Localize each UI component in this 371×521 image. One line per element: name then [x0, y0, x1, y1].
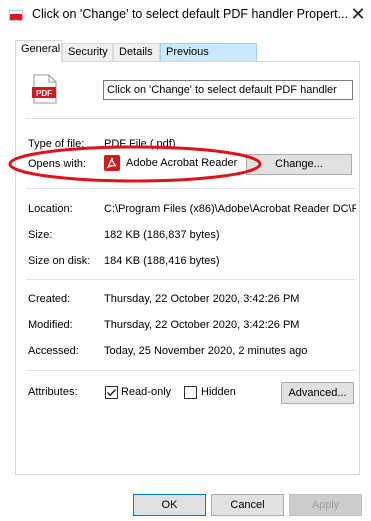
highlight-ellipse — [8, 145, 262, 183]
apply-button[interactable]: Apply — [289, 494, 362, 516]
tab-details[interactable]: Details — [113, 43, 160, 61]
accessed-label: Accessed: — [28, 345, 79, 357]
created-value: Thursday, 22 October 2020, 3:42:26 PM — [104, 293, 300, 305]
tab-general[interactable]: General — [15, 40, 62, 62]
tab-security[interactable]: Security — [62, 43, 113, 61]
hidden-label[interactable]: Hidden — [201, 386, 236, 398]
tab-label: Details — [119, 46, 153, 58]
divider — [26, 370, 356, 371]
close-button[interactable]: ✕ — [345, 2, 371, 28]
pdf-file-icon — [9, 10, 23, 21]
tab-label: General — [21, 43, 61, 55]
cancel-button[interactable]: Cancel — [211, 494, 284, 516]
general-panel — [15, 61, 360, 475]
modified-value: Thursday, 22 October 2020, 3:42:26 PM — [104, 319, 300, 331]
cancel-button-label: Cancel — [230, 499, 265, 511]
location-value: C:\Program Files (x86)\Adobe\Acrobat Rea… — [104, 203, 356, 215]
pdf-file-large-icon: PDF — [32, 74, 57, 104]
window-title: Click on 'Change' to select default PDF … — [32, 7, 349, 21]
advanced-button-label: Advanced... — [288, 387, 347, 399]
size-label: Size: — [28, 229, 53, 241]
ok-button-label: OK — [161, 499, 178, 511]
title-bar: Click on 'Change' to select default PDF … — [0, 0, 371, 30]
checkmark-icon — [107, 389, 117, 397]
ok-button[interactable]: OK — [133, 494, 206, 516]
divider — [26, 188, 356, 189]
divider — [26, 279, 356, 280]
tab-label: Security — [68, 46, 108, 58]
readonly-label[interactable]: Read-only — [121, 386, 171, 398]
readonly-checkbox[interactable] — [105, 386, 118, 399]
size-value: 182 KB (186,837 bytes) — [104, 229, 220, 241]
size-on-disk-value: 184 KB (188,416 bytes) — [104, 255, 220, 267]
created-label: Created: — [28, 293, 71, 305]
tab-strip: General Security Details Previous Versio… — [15, 40, 360, 75]
file-name-field[interactable]: Click on 'Change' to select default PDF … — [103, 80, 353, 100]
accessed-value: Today, 25 November 2020, 2 minutes ago — [104, 345, 308, 357]
hidden-checkbox[interactable] — [184, 386, 197, 399]
change-button-label: Change... — [275, 158, 323, 170]
attributes-label: Attributes: — [28, 386, 78, 398]
divider — [26, 118, 356, 119]
close-icon: ✕ — [350, 4, 366, 24]
location-label: Location: — [28, 203, 73, 215]
apply-button-label: Apply — [311, 499, 340, 511]
advanced-button[interactable]: Advanced... — [281, 382, 354, 404]
tab-previous-versions[interactable]: Previous Versions — [160, 43, 257, 75]
size-on-disk-label: Size on disk: — [28, 255, 91, 267]
modified-label: Modified: — [28, 319, 73, 331]
pdf-badge-text: PDF — [36, 89, 52, 98]
